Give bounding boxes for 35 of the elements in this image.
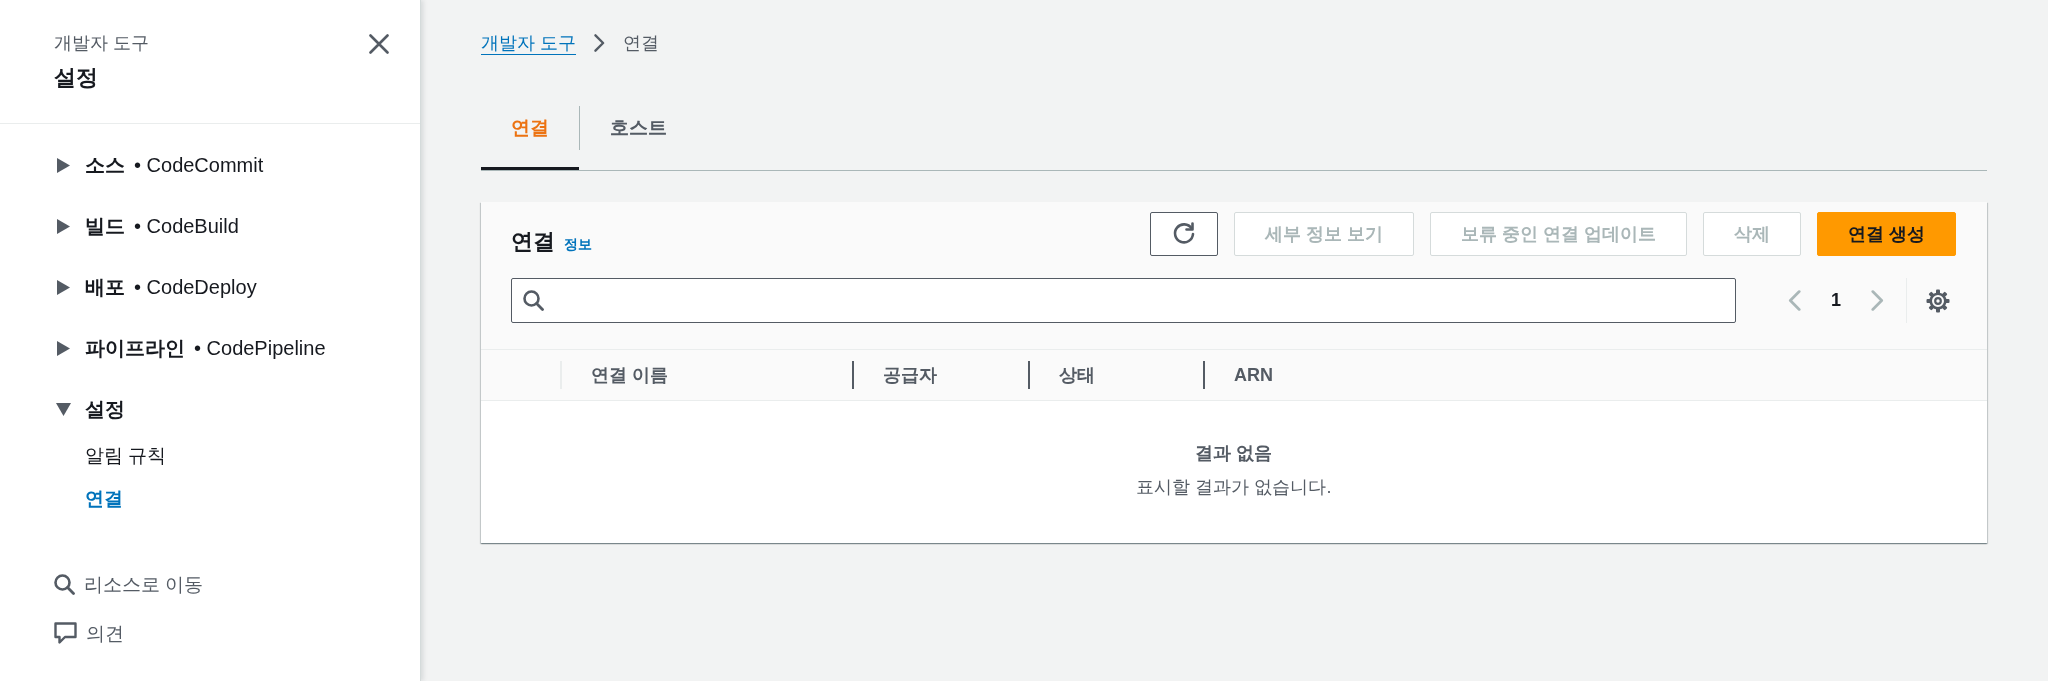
nav-link[interactable]: 연결 [85,477,123,520]
column-header: 연결 이름 [560,350,852,400]
nav-section-toggle[interactable]: 파이프라인 • CodePipeline [56,318,326,379]
nav-link[interactable]: 리소스로 이동 [54,560,204,609]
nav-section-toggle[interactable]: 빌드 • CodeBuild [56,196,239,257]
empty-state-message: 표시할 결과가 없습니다. [1135,476,1333,499]
breadcrumb-link[interactable]: 개발자 도구 [481,31,576,55]
primary-button[interactable]: 연결 생성 [1817,212,1956,256]
close-button[interactable] [369,34,389,54]
search-field[interactable] [511,278,1736,323]
panel-title: 연결 [511,228,555,256]
info-link[interactable]: 정보 [564,236,592,254]
sidebar-title: 설정 [54,64,98,92]
empty-state-title: 결과 없음 [1194,442,1274,465]
chevron-left-icon [1788,290,1801,311]
refresh-icon [1171,222,1196,246]
search-icon [523,290,544,311]
nav-section-toggle[interactable]: 소스 • CodeCommit [56,135,264,196]
tab[interactable]: 호스트 [580,85,697,170]
settings-icon [1926,288,1950,313]
column-header: 공급자 [852,350,1028,400]
column-header: 상태 [1028,350,1203,400]
settings-button[interactable] [1926,288,1950,313]
nav-section-toggle[interactable]: 배포 • CodeDeploy [56,257,257,318]
chevron-right-icon [594,34,605,52]
breadcrumb-current: 연결 [623,32,659,55]
chevron-right-icon [1871,290,1884,311]
column-header: ARN [1203,350,1987,400]
nav-link[interactable]: 의견 [54,609,124,658]
refresh-button[interactable] [1149,212,1218,256]
speech-bubble-icon [54,622,77,645]
close-icon [369,34,389,54]
page-number[interactable]: 1 [1801,290,1871,311]
search-icon [54,574,75,595]
sidebar-subtitle: 개발자 도구 [54,32,149,55]
